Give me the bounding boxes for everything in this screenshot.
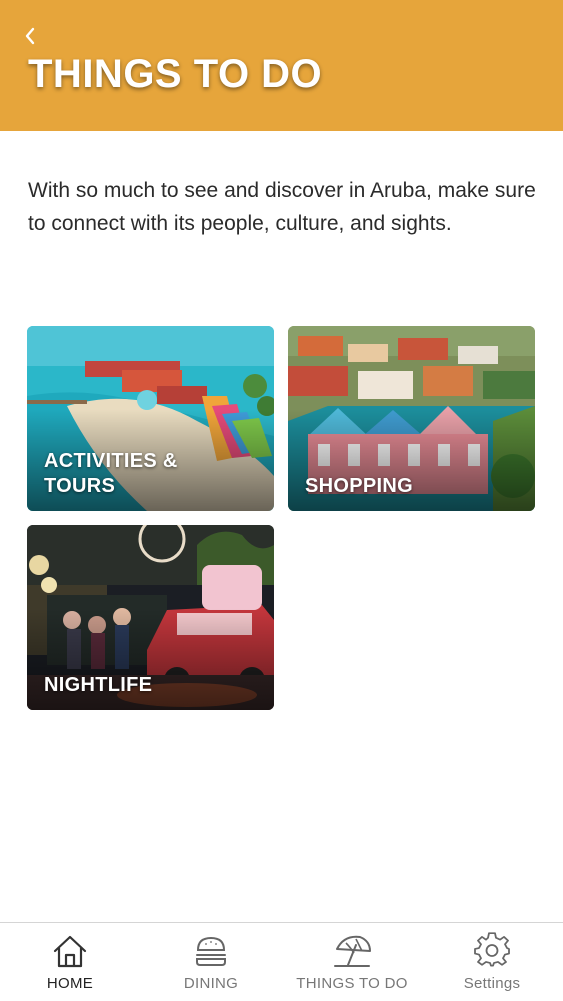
bottom-tab-bar: HOME DINING THINGS TO DO Settings	[0, 922, 563, 1001]
category-label: NIGHTLIFE	[44, 674, 153, 696]
tab-home[interactable]: HOME	[0, 923, 140, 1001]
category-label: ACTIVITIES & TOURS	[44, 450, 178, 497]
category-label: SHOPPING	[305, 475, 413, 497]
tab-things-to-do[interactable]: THINGS TO DO	[282, 923, 422, 1001]
header-bar: THINGS TO DO	[0, 0, 563, 131]
back-button[interactable]	[16, 22, 44, 50]
tab-label: HOME	[46, 975, 94, 992]
tab-label: Settings	[463, 975, 521, 992]
category-card-shopping[interactable]: SHOPPING	[288, 326, 535, 511]
intro-text: With so much to see and discover in Arub…	[28, 179, 536, 235]
beach-umbrella-icon	[334, 935, 371, 967]
tab-label: THINGS TO DO	[296, 975, 408, 992]
burger-icon	[196, 936, 226, 966]
tab-dining[interactable]: DINING	[141, 923, 281, 1001]
category-card-nightlife[interactable]: NIGHTLIFE	[27, 525, 274, 710]
home-icon	[53, 935, 87, 968]
tab-settings[interactable]: Settings	[422, 923, 562, 1001]
category-card-activities-tours[interactable]: ACTIVITIES & TOURS	[27, 326, 274, 511]
chevron-left-icon	[25, 27, 35, 45]
page-title: THINGS TO DO	[28, 52, 323, 96]
gear-icon	[474, 932, 510, 967]
tab-label: DINING	[183, 975, 239, 992]
